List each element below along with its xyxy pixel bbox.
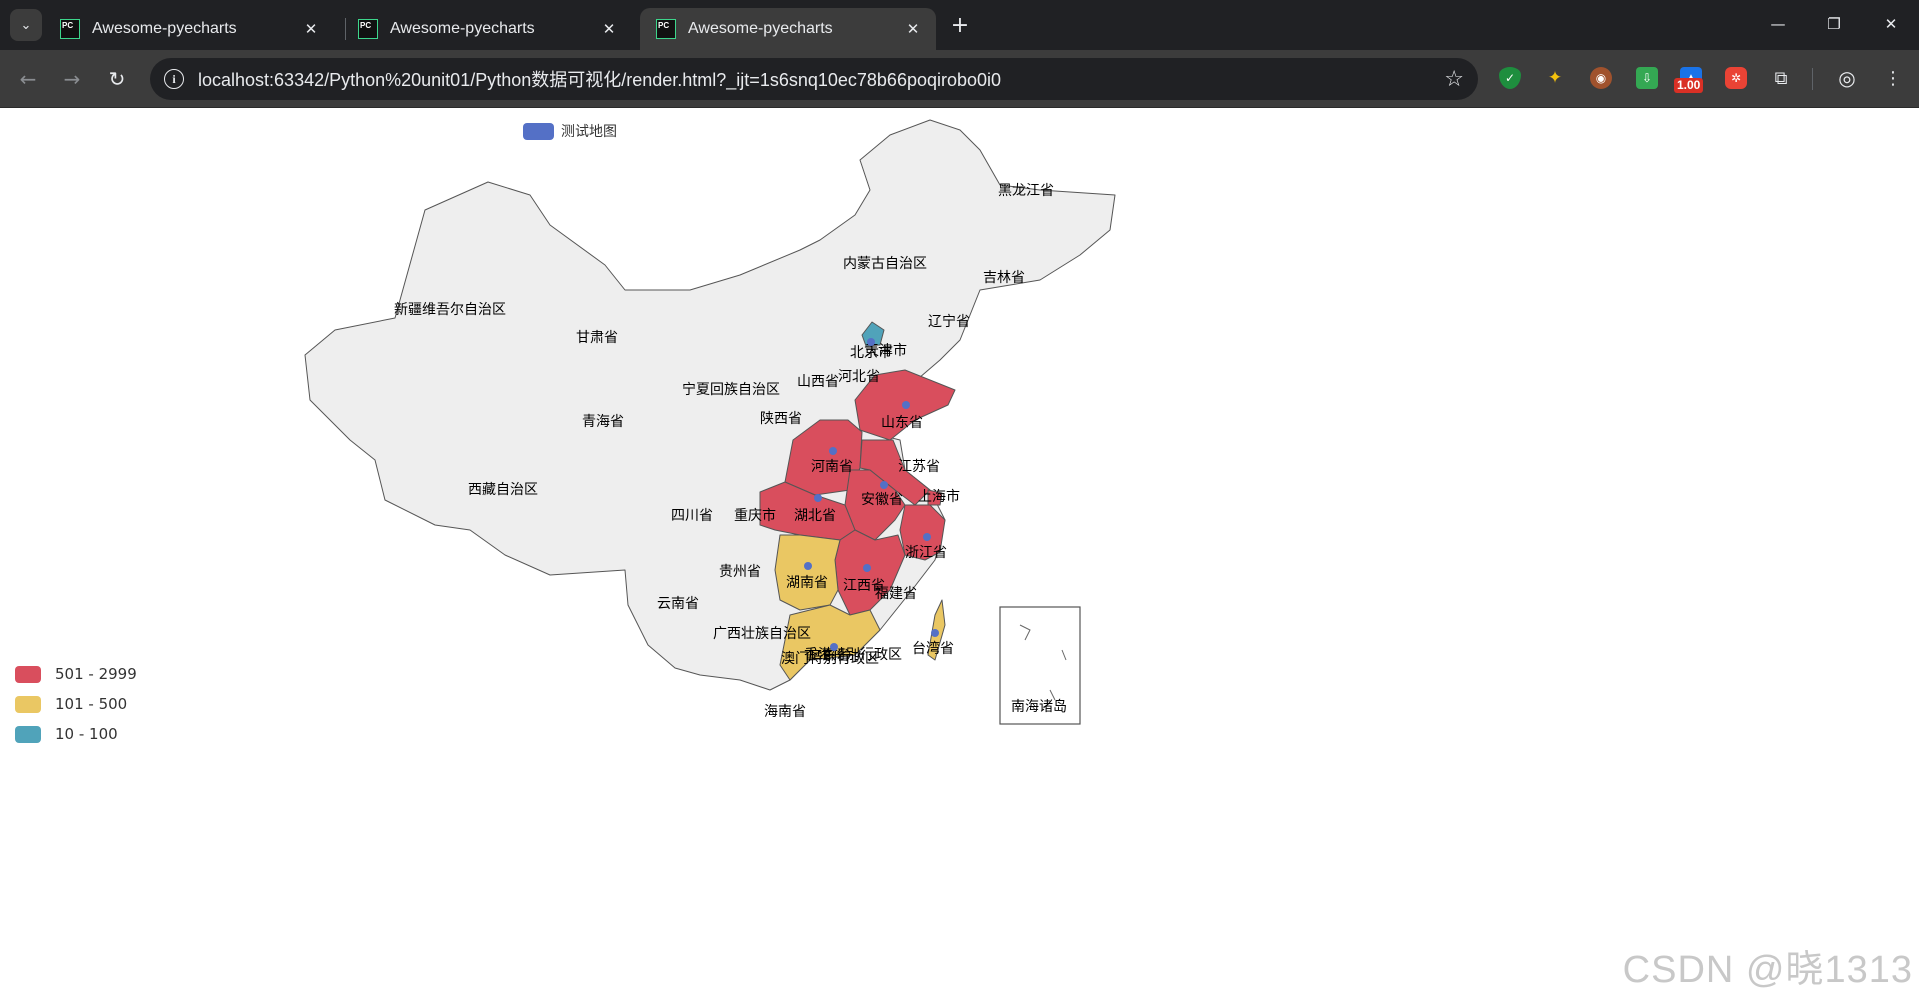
province-label: 湖南省: [786, 575, 828, 591]
series-point[interactable]: [830, 643, 838, 651]
province-label: 河南省: [811, 459, 853, 475]
province-label: 内蒙古自治区: [843, 256, 927, 272]
province-label: 重庆市: [734, 507, 776, 524]
map-base: [304, 119, 1116, 691]
province-label: 陕西省: [760, 411, 802, 427]
bookmark-star-icon[interactable]: ☆: [1444, 67, 1464, 92]
province-label: 河北省: [838, 369, 880, 385]
pycharm-favicon-icon: PC: [60, 19, 80, 39]
owl-extension-icon[interactable]: ◉: [1590, 67, 1612, 89]
window-close-icon[interactable]: ✕: [1863, 0, 1919, 48]
province-label: 澳门特别行政区: [781, 651, 879, 667]
province-label: 宁夏回族自治区: [682, 381, 780, 398]
toolbar-divider: [1812, 68, 1813, 90]
province-label: 四川省: [671, 508, 713, 524]
province-label: 辽宁省: [928, 313, 970, 330]
close-icon[interactable]: ✕: [298, 16, 324, 42]
province-label: 浙江省: [905, 545, 947, 561]
province-label: 海南省: [764, 704, 806, 720]
series-point[interactable]: [863, 564, 871, 572]
province-label: 云南省: [657, 596, 699, 612]
reload-icon[interactable]: ↻: [101, 63, 133, 95]
visual-map-item[interactable]: 501 - 2999: [15, 659, 137, 689]
province-label: 江苏省: [898, 459, 940, 475]
back-icon[interactable]: ←: [12, 63, 44, 95]
menu-icon[interactable]: ⋮: [1882, 67, 1904, 89]
province-label: 黑龙江省: [998, 183, 1054, 199]
series-point[interactable]: [880, 481, 888, 489]
visual-map-swatch: [15, 665, 41, 683]
visual-map-swatch: [15, 725, 41, 743]
inset-label: 南海诸岛: [1011, 699, 1067, 715]
visual-map-label: 101 - 500: [55, 695, 128, 713]
province-label: 山西省: [797, 374, 839, 390]
province-label: 湖北省: [794, 508, 836, 524]
puzzle-extensions-icon[interactable]: ⧉: [1770, 67, 1792, 89]
close-icon[interactable]: ✕: [900, 16, 926, 42]
pycharm-favicon-icon: PC: [656, 19, 676, 39]
province-label: 甘肃省: [576, 330, 618, 346]
province-label: 新疆维吾尔自治区: [394, 302, 506, 318]
browser-toolbar: ← → ↻ i localhost:63342/Python%20unit01/…: [0, 50, 1919, 108]
province-label: 吉林省: [983, 270, 1025, 286]
minimize-icon[interactable]: —: [1750, 0, 1806, 48]
province-label: 福建省: [875, 586, 917, 602]
region-hunan: [774, 534, 841, 611]
forward-icon[interactable]: →: [56, 63, 88, 95]
province-label: 青海省: [582, 414, 624, 430]
tab-title: Awesome-pyecharts: [688, 20, 833, 37]
series-point[interactable]: [931, 629, 939, 637]
page-content: 测试地图 南海诸岛 黑龙江省 吉林省 辽宁省 内蒙古自治区 新疆维吾尔自治区 甘…: [0, 108, 1919, 1003]
china-map: 南海诸岛 黑龙江省吉林省辽宁省内蒙古自治区新疆维吾尔自治区甘肃省北京市天津市河北…: [304, 119, 1116, 725]
address-bar[interactable]: i localhost:63342/Python%20unit01/Python…: [150, 58, 1478, 100]
tab-title: Awesome-pyecharts: [390, 20, 535, 37]
series-point[interactable]: [923, 533, 931, 541]
visual-map-label: 10 - 100: [55, 725, 118, 743]
tab-1[interactable]: PC Awesome-pyecharts ✕: [44, 8, 334, 50]
series-point[interactable]: [829, 447, 837, 455]
close-icon[interactable]: ✕: [596, 16, 622, 42]
visual-map-label: 501 - 2999: [55, 665, 137, 683]
series-point[interactable]: [804, 562, 812, 570]
province-label: 上海市: [918, 488, 960, 505]
extension-badge: 1.00: [1674, 78, 1704, 93]
new-tab-icon[interactable]: +: [946, 11, 974, 39]
restore-icon[interactable]: ❐: [1806, 0, 1862, 48]
tab-strip: ⌄ PC Awesome-pyecharts ✕ PC Awesome-pyec…: [0, 0, 1919, 50]
profile-icon[interactable]: ◎: [1836, 66, 1858, 90]
province-label: 台湾省: [912, 640, 954, 657]
tab-search-icon[interactable]: ⌄: [10, 9, 42, 41]
visual-map-item[interactable]: 10 - 100: [15, 719, 137, 749]
province-label: 贵州省: [719, 564, 761, 580]
region-guangdong: [779, 604, 881, 681]
pycharm-favicon-icon: PC: [358, 19, 378, 39]
watermark: CSDN @晓1313: [1622, 949, 1913, 991]
province-label: 山东省: [881, 415, 923, 431]
tab-3-active[interactable]: PC Awesome-pyecharts ✕: [640, 8, 936, 50]
fox-extension-icon[interactable]: ✦: [1544, 67, 1566, 89]
gear-extension-icon[interactable]: ✲: [1725, 67, 1747, 89]
visual-map-item[interactable]: 101 - 500: [15, 689, 137, 719]
province-label: 广西壮族自治区: [713, 626, 811, 642]
shield-extension-icon[interactable]: ✓: [1499, 67, 1521, 89]
download-extension-icon[interactable]: ⇩: [1636, 67, 1658, 89]
visual-map-swatch: [15, 695, 41, 713]
series-point[interactable]: [902, 401, 910, 409]
site-info-icon[interactable]: i: [164, 69, 184, 89]
province-label: 安徽省: [861, 492, 903, 508]
series-point[interactable]: [814, 494, 822, 502]
tab-2[interactable]: PC Awesome-pyecharts ✕: [342, 8, 632, 50]
tab-title: Awesome-pyecharts: [92, 20, 237, 37]
province-label: 西藏自治区: [468, 482, 538, 498]
series-point[interactable]: [867, 338, 875, 346]
url-text[interactable]: localhost:63342/Python%20unit01/Python数据…: [198, 66, 1444, 92]
visual-map-legend[interactable]: 501 - 2999 101 - 500 10 - 100: [15, 659, 137, 749]
